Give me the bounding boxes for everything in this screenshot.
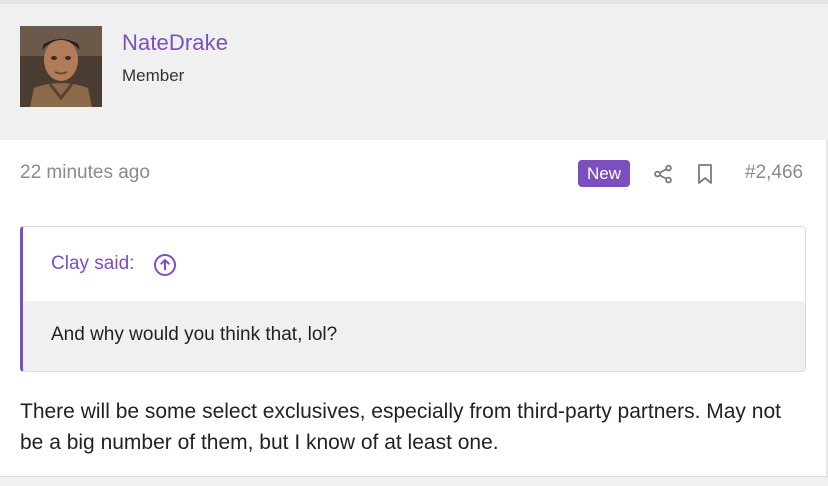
quote-header: Clay said: bbox=[23, 227, 805, 301]
quote-author-link[interactable]: Clay said: bbox=[51, 253, 134, 275]
bottom-divider bbox=[0, 476, 828, 486]
user-panel: NateDrake Member bbox=[0, 4, 828, 140]
quote-block: Clay said: And why would you think that,… bbox=[20, 226, 806, 372]
post-number-link[interactable]: #2,466 bbox=[745, 162, 803, 184]
arrow-up-circle-icon[interactable] bbox=[153, 253, 177, 277]
bookmark-icon[interactable] bbox=[695, 163, 715, 185]
share-icon[interactable] bbox=[652, 163, 674, 185]
post-message: There will be some select exclusives, es… bbox=[20, 400, 781, 454]
username-link[interactable]: NateDrake bbox=[122, 30, 228, 56]
post-timestamp[interactable]: 22 minutes ago bbox=[20, 162, 150, 184]
avatar[interactable] bbox=[20, 26, 102, 107]
quote-content: And why would you think that, lol? bbox=[23, 301, 805, 371]
quote-text: And why would you think that, lol? bbox=[51, 324, 338, 345]
user-title: Member bbox=[122, 66, 185, 85]
new-badge: New bbox=[578, 160, 630, 187]
avatar-image bbox=[20, 26, 102, 107]
